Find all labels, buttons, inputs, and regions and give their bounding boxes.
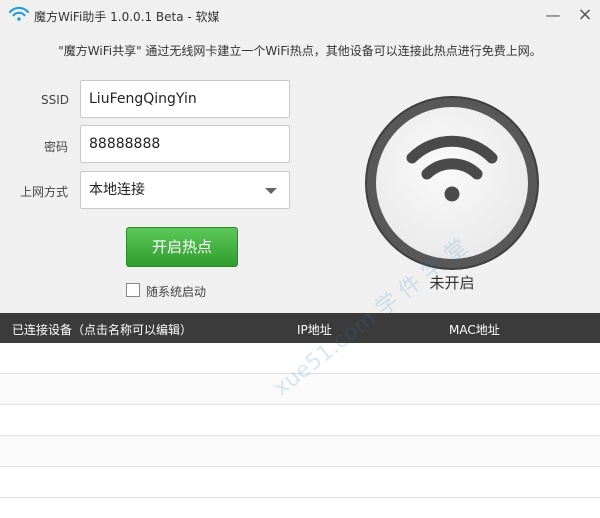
connection-mode-label: 上网方式 — [20, 185, 69, 199]
wifi-icon — [9, 6, 29, 21]
password-label: 密码 — [44, 140, 69, 154]
table-row — [0, 467, 600, 498]
minimize-button[interactable]: — — [540, 3, 566, 27]
window-title: 魔方WiFi助手 1.0.0.1 Beta - 软媒 — [34, 10, 220, 24]
column-mac[interactable]: MAC地址 — [449, 321, 500, 338]
connection-mode-select[interactable]: 本地连接 — [80, 171, 290, 209]
table-row — [0, 343, 600, 374]
password-input[interactable] — [80, 125, 290, 163]
autostart-checkbox[interactable] — [126, 283, 140, 297]
table-row — [0, 374, 600, 405]
dropdown-arrow-icon — [265, 188, 277, 194]
title-bar: 魔方WiFi助手 1.0.0.1 Beta - 软媒 — × — [0, 0, 600, 34]
description-text: "魔方WiFi共享" 通过无线网卡建立一个WiFi热点，其他设备可以连接此热点进… — [58, 44, 542, 58]
column-device[interactable]: 已连接设备（点击名称可以编辑） — [12, 321, 192, 338]
devices-table[interactable] — [0, 343, 600, 518]
ssid-input[interactable] — [80, 80, 290, 118]
start-hotspot-button[interactable]: 开启热点 — [126, 227, 238, 267]
column-ip[interactable]: IP地址 — [297, 321, 332, 338]
wifi-icon — [406, 135, 498, 202]
hotspot-status: 未开启 — [429, 274, 475, 292]
autostart-label: 随系统启动 — [146, 285, 207, 299]
table-row — [0, 405, 600, 436]
close-button[interactable]: × — [572, 3, 598, 27]
devices-table-header: 已连接设备（点击名称可以编辑） IP地址 MAC地址 — [0, 313, 600, 343]
ssid-label: SSID — [41, 93, 70, 107]
table-row — [0, 436, 600, 467]
connection-mode-value: 本地连接 — [89, 182, 145, 198]
